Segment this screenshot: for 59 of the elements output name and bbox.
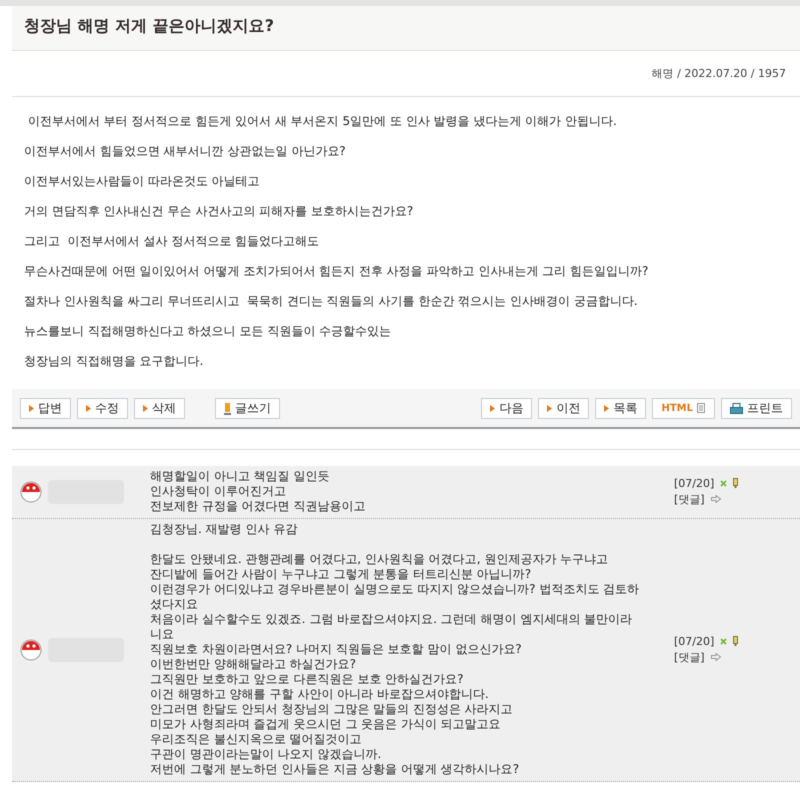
arrow-icon xyxy=(710,495,721,503)
caret-icon xyxy=(547,405,552,412)
post-paragraph: 무슨사건때문에 어떤 일이있어서 어떻게 조치가되어서 힘든지 전후 사정을 파악하고 인사내는게 그리 힘든일입니까? xyxy=(24,263,650,279)
toolbar-button[interactable]: 다음 xyxy=(481,398,532,419)
comment-line: 안그러면 한달도 안되서 청장님의 그많은 말들의 진정성은 사라지고 xyxy=(150,702,513,717)
post-paragraph: 이전부서에서 힘들었으면 새부서니깐 상관없는일 아닌가요? xyxy=(24,143,347,159)
comment-line: 이번한번만 양해해달라고 하실건가요? xyxy=(150,657,356,672)
comment-line: 한달도 안됐네요. 관행관례를 어겼다고, 인사원칙을 어겼다고, 원인제공자가 누구냐고 xyxy=(150,552,608,567)
post-paragraph: 뉴스를보니 직접해명하신다고 하셨으니 모든 직원들이 수긍할수있는 xyxy=(24,323,392,339)
printer-icon xyxy=(730,402,743,414)
toolbar-button[interactable]: 수정 xyxy=(77,398,128,419)
comment-line: 미모가 사형죄라며 즐겁게 웃으시던 그 웃음은 가식이 되고말고요 xyxy=(150,717,501,732)
post-paragraph: 청장님의 직접해명을 요구합니다. xyxy=(24,353,204,369)
comment-line: 이건 해명하고 양해를 구할 사안이 아니라 바로잡으셔야합니다. xyxy=(150,687,489,702)
post-paragraph: 그리고 이전부서에서 설사 정서적으로 힘들었다고해도 xyxy=(24,233,320,249)
comment-date: [07/20] xyxy=(674,634,714,648)
toolbar-button[interactable]: 답변 xyxy=(20,398,71,419)
post-paragraph: 절차나 인사원칙을 싸그리 무너뜨리시고 묵묵히 견디는 직원들의 사기를 한순간 꺾으시는 인사배경이 궁금합니다. xyxy=(24,293,639,309)
avatar-icon xyxy=(20,480,42,502)
comment-line: 전보제한 규정을 어겼다면 직권남용이고 xyxy=(150,499,366,514)
comment-line: 우리조직은 불신지옥으로 떨어질것이고 xyxy=(150,732,362,747)
comment-line: 저번에 그렇게 분노하던 인사들은 지금 상황을 어떻게 생각하시나요? xyxy=(150,762,520,777)
comment-line: 잔디밭에 들어간 사람이 누구냐고 그렇게 분통을 터트리신분 아닙니까? xyxy=(150,567,532,582)
pencil-icon[interactable] xyxy=(733,636,738,646)
caret-icon xyxy=(29,405,34,412)
caret-icon xyxy=(86,405,91,412)
arrow-icon xyxy=(710,653,721,661)
comment-line: 니요 xyxy=(150,627,174,642)
comment-line: 직원보호 차원이라면서요? 나머지 직원들은 보호할 맘이 없으신가요? xyxy=(150,642,522,657)
comment-line: 셨다지요 xyxy=(150,597,198,612)
avatar-icon xyxy=(20,638,42,660)
toolbar-button[interactable]: 삭제 xyxy=(134,398,185,419)
comment-line: 이런경우가 어디있냐고 경우바른분이 실명으로도 따지지 않으셨습니까? 법적조치도 검토하 xyxy=(150,582,640,597)
caret-icon xyxy=(604,405,610,412)
toolbar-button[interactable]: 프린트 xyxy=(721,398,792,419)
delete-icon[interactable] xyxy=(720,638,728,644)
delete-icon[interactable] xyxy=(720,480,728,486)
document-icon xyxy=(697,403,706,414)
comment-date: [07/20] xyxy=(674,476,714,490)
caret-icon xyxy=(143,405,148,412)
comment-line: 그직원만 보호하고 앞으로 다른직원은 보호 안하실건가요? xyxy=(150,672,464,687)
comment-line: 인사청탁이 이루어진거고 xyxy=(150,484,286,499)
toolbar-button[interactable]: 이전 xyxy=(538,398,590,419)
pencil-icon[interactable] xyxy=(733,478,738,488)
post-title: 청장님 해명 저게 끝은아니겠지요? xyxy=(24,16,274,35)
post-paragraph: 이전부서있는사람들이 따라온것도 아닐테고 xyxy=(24,173,261,189)
comment-line: 해명할일이 아니고 책임질 일인듯 xyxy=(150,469,330,484)
comment-line: 처음이라 실수할수도 있겠죠. 그럼 바로잡으셔야지요. 그런데 해명이 엠지세대의 불만이라 xyxy=(150,612,632,627)
comment-line: 구관이 명관이라는말이 나오지 않겠습니까. xyxy=(150,747,382,762)
post-paragraph: 거의 면담직후 인사내신건 무슨 사건사고의 피해자를 보호하시는건가요? xyxy=(24,203,414,219)
toolbar-button[interactable]: 목록 xyxy=(595,398,646,419)
pencil-icon xyxy=(224,402,231,414)
comment-heading: 김청장님. 재발령 인사 유감 xyxy=(150,522,298,537)
reply-link[interactable]: [댓글] xyxy=(674,492,705,506)
post-paragraph: 이전부서에서 부터 정서적으로 힘든게 있어서 새 부서온지 5일만에 또 인사 발령을 냈다는게 이해가 안됩니다. xyxy=(26,113,618,129)
toolbar-button[interactable]: 글쓰기 xyxy=(215,398,280,419)
caret-icon xyxy=(490,405,496,412)
post-meta: 해명 / 2022.07.20 / 1957 xyxy=(652,66,786,81)
reply-link[interactable]: [댓글] xyxy=(674,650,705,664)
